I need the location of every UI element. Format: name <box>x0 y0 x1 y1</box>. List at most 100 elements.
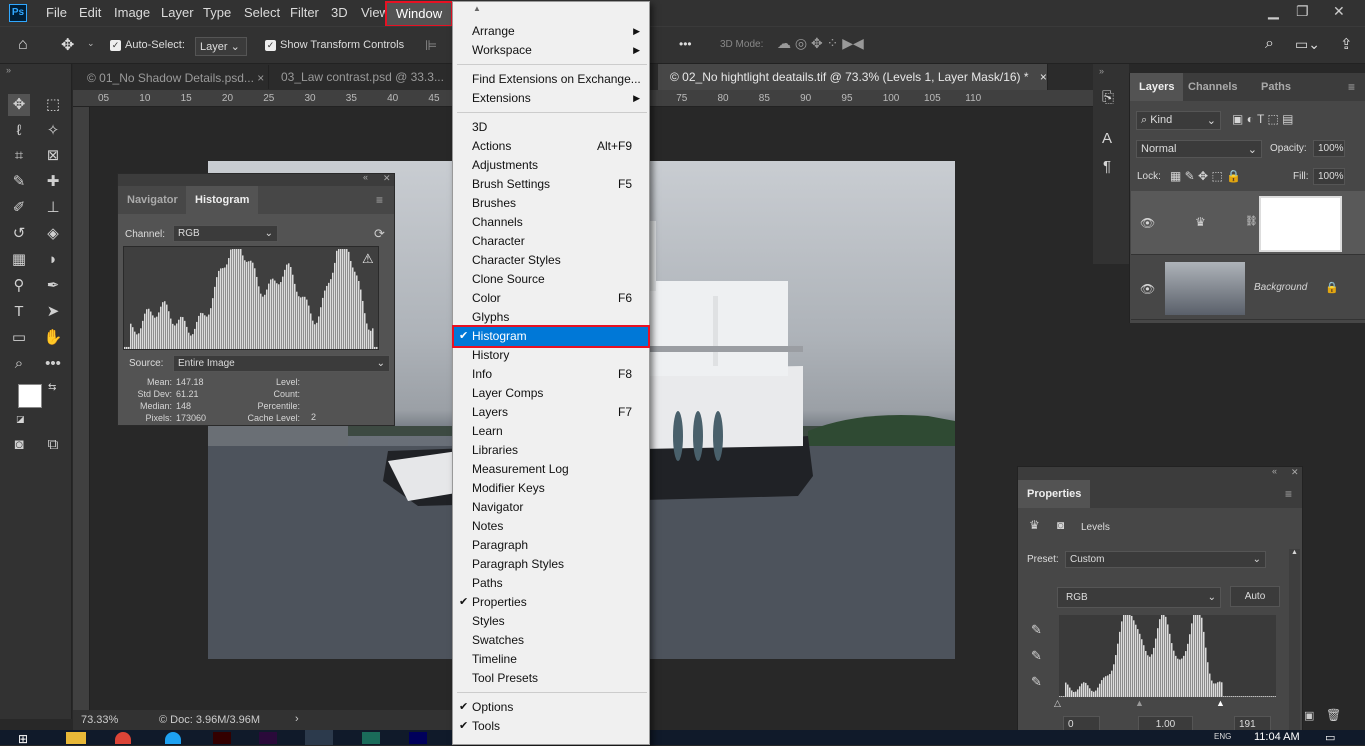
frame-tool-icon[interactable]: ⊠ <box>42 145 64 167</box>
marquee-tool-icon[interactable]: ⬚ <box>42 94 64 116</box>
menu-item-modifier-keys[interactable]: Modifier Keys <box>454 479 648 498</box>
share-icon[interactable]: ⇪ <box>1340 35 1353 53</box>
panel-menu-icon[interactable]: ≡ <box>1348 80 1355 94</box>
menu-item-tools[interactable]: ✔ Tools <box>454 717 648 736</box>
app-icon[interactable] <box>165 732 181 744</box>
collapse-icon[interactable]: « <box>1272 466 1277 476</box>
chrome-icon[interactable] <box>115 732 131 744</box>
menu-item-navigator[interactable]: Navigator <box>454 498 648 517</box>
scrollbar[interactable]: ▲ <box>1289 549 1300 745</box>
windows-start-icon[interactable]: ⊞ <box>18 732 28 746</box>
foreground-color-swatch[interactable] <box>18 384 42 408</box>
layer-row-levels[interactable]: 👁 ♛ ⛓ <box>1131 191 1365 255</box>
collapse-icon[interactable]: « <box>363 172 368 182</box>
layer-mask-thumbnail[interactable] <box>1259 196 1342 252</box>
scroll-up-icon[interactable]: ▲ <box>473 4 481 13</box>
pen-tool-icon[interactable]: ✒ <box>42 275 64 297</box>
collapse-icon[interactable]: » <box>1099 66 1104 76</box>
workspace-icon[interactable]: ▭⌄ <box>1295 36 1320 53</box>
eraser-tool-icon[interactable]: ◈ <box>42 223 64 245</box>
minimize-icon[interactable]: ▁ <box>1268 3 1279 20</box>
gray-eyedropper-icon[interactable]: ✎ <box>1031 648 1042 664</box>
menu-item-clone-source[interactable]: Clone Source <box>454 270 648 289</box>
character-panel-icon[interactable]: A <box>1102 130 1112 147</box>
menu-item-channels[interactable]: Channels <box>454 213 648 232</box>
menu-edit[interactable]: Edit <box>79 5 101 20</box>
more-tools-icon[interactable]: ••• <box>42 353 64 375</box>
menu-item-character[interactable]: Character <box>454 232 648 251</box>
type-tool-icon[interactable]: T <box>8 301 30 323</box>
fill-input[interactable]: 100% <box>1313 168 1345 185</box>
lock-icons[interactable]: ▦ ✎ ✥ ⬚ 🔒 <box>1170 169 1241 183</box>
tab-close-icon[interactable]: × <box>1040 70 1047 84</box>
rectangle-tool-icon[interactable]: ▭ <box>8 327 30 349</box>
blur-tool-icon[interactable]: ◗ <box>42 249 64 271</box>
stamp-tool-icon[interactable]: ⊥ <box>42 197 64 219</box>
lasso-tool-icon[interactable]: ℓ <box>8 120 30 142</box>
panel-titlebar[interactable]: « ✕ <box>118 172 394 186</box>
illustrator-icon[interactable] <box>213 732 231 744</box>
move-tool-icon[interactable]: ✥ <box>61 35 74 55</box>
clock[interactable]: 11:04 AM <box>1254 731 1300 743</box>
tab-close-icon[interactable]: × <box>257 71 264 85</box>
tab-properties[interactable]: Properties <box>1018 480 1091 508</box>
magic-wand-icon[interactable]: ✧ <box>42 120 64 142</box>
menu-filter[interactable]: Filter <box>290 5 319 20</box>
auto-button[interactable]: Auto <box>1230 586 1280 607</box>
panel-menu-icon[interactable]: ≡ <box>1285 487 1292 501</box>
white-point-slider[interactable]: ▲ <box>1216 698 1225 708</box>
3d-orbit-icon[interactable]: ☁ ◎ ✥ ⁘ ▶◀ <box>777 35 864 52</box>
filter-icons[interactable]: ▣ ◐ T ⬚ ▤ <box>1232 112 1294 126</box>
zoom-level[interactable]: 73.33% <box>81 714 118 726</box>
visibility-eye-icon[interactable]: 👁 <box>1140 282 1155 296</box>
menu-item-libraries[interactable]: Libraries <box>454 441 648 460</box>
menu-item-character-styles[interactable]: Character Styles <box>454 251 648 270</box>
tab-doc-1[interactable]: © 01_No Shadow Details.psd... × <box>75 65 269 89</box>
menu-item-paragraph-styles[interactable]: Paragraph Styles <box>454 555 648 574</box>
tab-doc-3[interactable]: © 02_No hightlight deatails.tif @ 73.3% … <box>658 64 1048 90</box>
paragraph-panel-icon[interactable]: ¶ <box>1103 158 1111 175</box>
app-icon[interactable] <box>362 732 380 744</box>
tab-navigator[interactable]: Navigator <box>118 186 187 214</box>
file-explorer-icon[interactable] <box>66 732 86 744</box>
tab-paths[interactable]: Paths <box>1252 73 1300 101</box>
tab-histogram[interactable]: Histogram <box>186 186 259 214</box>
menu-item-workspace[interactable]: Workspace ▶ <box>454 41 648 60</box>
levels-icon[interactable]: ♛ <box>1029 518 1040 532</box>
healing-brush-icon[interactable]: ✚ <box>42 171 64 193</box>
hand-tool-icon[interactable]: ✋ <box>42 327 64 349</box>
channel-dropdown[interactable]: RGB ⌄ <box>173 225 278 242</box>
restore-icon[interactable]: ❐ <box>1296 3 1309 20</box>
menu-item-timeline[interactable]: Timeline <box>454 650 648 669</box>
menu-item-color[interactable]: Color F6 <box>454 289 648 308</box>
source-dropdown[interactable]: Entire Image ⌄ <box>173 355 390 372</box>
close-icon[interactable]: ✕ <box>1291 467 1299 478</box>
menu-3d[interactable]: 3D <box>331 5 348 20</box>
menu-item-brush-settings[interactable]: Brush Settings F5 <box>454 175 648 194</box>
menu-item-actions[interactable]: Actions Alt+F9 <box>454 137 648 156</box>
close-icon[interactable]: ✕ <box>1333 3 1345 20</box>
gamma-slider[interactable]: ▲ <box>1135 698 1144 708</box>
menu-item-extensions[interactable]: Extensions ▶ <box>454 89 648 108</box>
layer-row-background[interactable]: 👁 Background 🔒 <box>1131 256 1365 320</box>
white-eyedropper-icon[interactable]: ✎ <box>1031 674 1042 690</box>
zoom-tool-icon[interactable]: ⌕ <box>8 353 30 375</box>
history-brush-icon[interactable]: ↺ <box>8 223 30 245</box>
crop-tool-icon[interactable]: ⌗ <box>8 145 30 167</box>
screen-mode-icon[interactable]: ⧉ <box>42 434 64 456</box>
status-arrow-icon[interactable]: › <box>295 713 299 725</box>
align-icon[interactable]: ⊫ <box>425 37 437 54</box>
refresh-icon[interactable]: ⟳ <box>374 226 385 242</box>
auto-select-dropdown[interactable]: Layer ⌄ <box>195 37 247 56</box>
swap-colors-icon[interactable]: ⇆ <box>48 382 56 393</box>
app-icon[interactable] <box>409 732 427 744</box>
menu-file[interactable]: File <box>46 5 67 20</box>
default-colors-icon[interactable]: ◪ <box>16 414 25 425</box>
collapse-icon[interactable]: » <box>6 65 11 75</box>
chevron-down-icon[interactable]: ⌄ <box>87 38 95 49</box>
notifications-icon[interactable]: ▭ <box>1325 731 1335 744</box>
menu-item-measurement-log[interactable]: Measurement Log <box>454 460 648 479</box>
menu-item-notes[interactable]: Notes <box>454 517 648 536</box>
dodge-tool-icon[interactable]: ⚲ <box>8 275 30 297</box>
menu-item-brushes[interactable]: Brushes <box>454 194 648 213</box>
